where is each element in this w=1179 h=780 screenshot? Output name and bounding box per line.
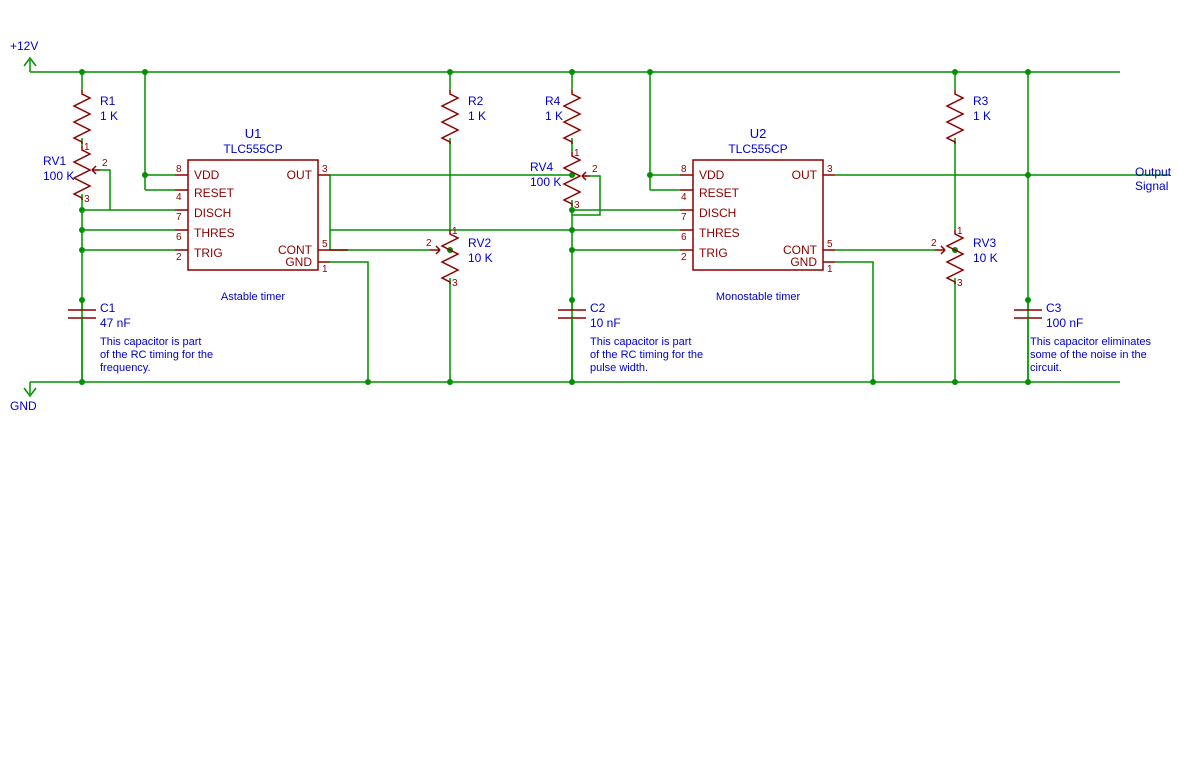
pot-rv2: 1 2 3 RV2 10 K [426, 226, 493, 289]
resistor-r1: R1 1 K [74, 90, 118, 144]
r1-ref: R1 [100, 94, 116, 108]
r1-val: 1 K [100, 109, 118, 123]
c3-val: 100 nF [1046, 316, 1083, 330]
svg-text:DISCH: DISCH [699, 206, 736, 220]
out-label-2: Signal [1135, 179, 1168, 193]
resistor-r3: R3 1 K [947, 90, 991, 144]
svg-text:4: 4 [681, 192, 687, 203]
svg-text:3: 3 [452, 278, 458, 289]
svg-text:3: 3 [574, 200, 580, 211]
c3-ref: C3 [1046, 301, 1062, 315]
svg-text:6: 6 [681, 232, 687, 243]
svg-text:5: 5 [827, 239, 833, 250]
svg-text:RESET: RESET [699, 186, 740, 200]
c1-note: This capacitor is partof the RC timing f… [100, 336, 213, 374]
svg-text:OUT: OUT [287, 168, 313, 182]
rv1-ref: RV1 [43, 154, 66, 168]
r3-ref: R3 [973, 94, 989, 108]
gnd-label: GND [10, 399, 37, 413]
svg-text:GND: GND [285, 255, 312, 269]
c2-ref: C2 [590, 301, 606, 315]
c2-note: This capacitor is partof the RC timing f… [590, 336, 703, 374]
rv4-ref: RV4 [530, 160, 553, 174]
svg-text:VDD: VDD [194, 168, 220, 182]
svg-text:DISCH: DISCH [194, 206, 231, 220]
rv1-val: 100 K [43, 169, 74, 183]
svg-text:3: 3 [827, 164, 833, 175]
svg-text:6: 6 [176, 232, 182, 243]
svg-text:8: 8 [681, 164, 687, 175]
svg-text:1: 1 [827, 264, 833, 275]
pot-rv1: 1 2 3 RV1 100 K [43, 142, 108, 205]
svg-text:2: 2 [931, 238, 937, 249]
vcc-label: +12V [10, 39, 38, 53]
ic-u1: 8VDD 4RESET 7DISCH 6THRES 2TRIG 3OUT 5CO… [175, 126, 348, 303]
u2-val: TLC555CP [728, 142, 787, 156]
r3-val: 1 K [973, 109, 991, 123]
svg-text:TRIG: TRIG [699, 246, 728, 260]
svg-text:3: 3 [84, 194, 90, 205]
svg-text:TRIG: TRIG [194, 246, 223, 260]
c3-note: This capacitor eliminatessome of the noi… [1030, 336, 1152, 374]
svg-text:THRES: THRES [699, 226, 740, 240]
r4-val: 1 K [545, 109, 563, 123]
svg-text:2: 2 [176, 252, 182, 263]
svg-text:1: 1 [84, 142, 90, 153]
pot-rv4: 1 2 3 RV4 100 K [530, 148, 598, 211]
svg-text:2: 2 [681, 252, 687, 263]
rv4-val: 100 K [530, 175, 561, 189]
u1-note: Astable timer [221, 291, 286, 303]
svg-text:1: 1 [957, 226, 963, 237]
u1-ref: U1 [245, 126, 262, 141]
r2-ref: R2 [468, 94, 484, 108]
u2-ref: U2 [750, 126, 767, 141]
resistor-r2: R2 1 K [442, 90, 486, 144]
rv2-val: 10 K [468, 251, 493, 265]
svg-text:5: 5 [322, 239, 328, 250]
r2-val: 1 K [468, 109, 486, 123]
svg-text:2: 2 [426, 238, 432, 249]
out-label-1: Output [1135, 165, 1172, 179]
svg-text:1: 1 [574, 148, 580, 159]
ic-u2: 8VDD 4RESET 7DISCH 6THRES 2TRIG 3OUT 5CO… [680, 126, 835, 303]
svg-text:VDD: VDD [699, 168, 725, 182]
svg-text:3: 3 [322, 164, 328, 175]
svg-text:8: 8 [176, 164, 182, 175]
u1-val: TLC555CP [223, 142, 282, 156]
svg-text:THRES: THRES [194, 226, 235, 240]
svg-text:GND: GND [790, 255, 817, 269]
resistor-r4: R4 1 K [545, 90, 580, 144]
svg-text:2: 2 [102, 158, 108, 169]
r4-ref: R4 [545, 94, 561, 108]
svg-text:3: 3 [957, 278, 963, 289]
svg-text:7: 7 [681, 212, 687, 223]
c2-val: 10 nF [590, 316, 621, 330]
c1-ref: C1 [100, 301, 116, 315]
svg-text:1: 1 [322, 264, 328, 275]
svg-text:OUT: OUT [792, 168, 818, 182]
rv3-ref: RV3 [973, 236, 996, 250]
u2-note: Monostable timer [716, 291, 801, 303]
svg-text:7: 7 [176, 212, 182, 223]
svg-text:2: 2 [592, 164, 598, 175]
svg-text:4: 4 [176, 192, 182, 203]
svg-text:1: 1 [452, 226, 458, 237]
pot-rv3: 1 2 3 RV3 10 K [931, 226, 998, 289]
c1-val: 47 nF [100, 316, 131, 330]
rv2-ref: RV2 [468, 236, 491, 250]
svg-text:RESET: RESET [194, 186, 235, 200]
rv3-val: 10 K [973, 251, 998, 265]
